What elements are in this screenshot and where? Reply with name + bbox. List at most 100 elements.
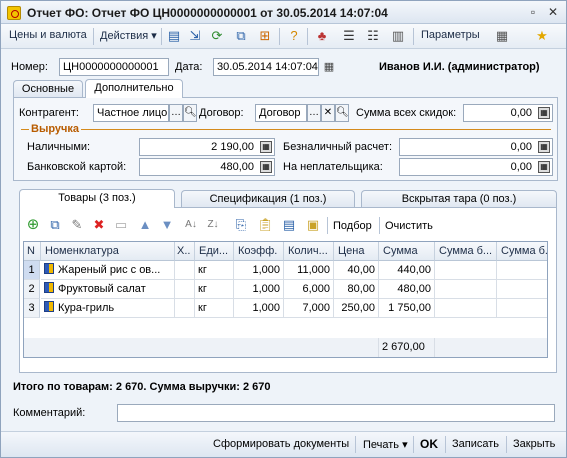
table-row-name[interactable]: Кура-гриль (41, 299, 175, 318)
prices-button[interactable]: Цены и валюта (9, 29, 87, 41)
print-menu[interactable]: Печать ▾ (363, 438, 408, 451)
table-row-coef[interactable]: 1,000 (234, 261, 284, 280)
favorites-star-icon[interactable]: ★ (534, 28, 550, 44)
col-header-unit[interactable]: Еди... (195, 242, 234, 261)
move-down-icon[interactable]: ▼ (159, 217, 175, 233)
counterparty-field[interactable]: Частное лицо (93, 104, 169, 122)
table-row-unit[interactable]: кг (195, 299, 234, 318)
delete-row-icon[interactable]: ✖ (91, 217, 107, 233)
counterparty-search-icon[interactable]: 🔍︎ (183, 104, 197, 122)
contract-search-icon[interactable]: 🔍︎ (335, 104, 349, 122)
table-row-price[interactable]: 80,00 (334, 280, 379, 299)
move-up-icon[interactable]: ▲ (137, 217, 153, 233)
noncash-field[interactable]: 0,00 ▦ (399, 138, 553, 156)
clear-button[interactable]: Очистить (385, 220, 433, 232)
barcode-icon[interactable]: ▥ (390, 28, 406, 44)
add-row-icon[interactable]: ⊕ (25, 217, 41, 233)
table-row-unit[interactable]: кг (195, 261, 234, 280)
table-row-sum-b2[interactable] (497, 280, 547, 299)
tab-main[interactable]: Основные (13, 80, 83, 98)
close-button[interactable]: Закрыть (513, 438, 555, 450)
calculator-icon[interactable]: ▦ (538, 107, 550, 119)
card-field[interactable]: 480,00 ▦ (139, 158, 275, 176)
table-row-x[interactable] (175, 261, 195, 280)
table-row-sum[interactable]: 1 750,00 (379, 299, 435, 318)
number-field[interactable]: ЦН0000000000001 (59, 58, 169, 76)
horizontal-scrollbar[interactable]: ◂ ▸ (28, 356, 545, 357)
col-header-price[interactable]: Цена (334, 242, 379, 261)
table-row-qty[interactable]: 7,000 (284, 299, 334, 318)
unpost-document-icon[interactable]: ⇲ (187, 28, 203, 44)
row-number[interactable]: 3 (24, 299, 40, 318)
col-header-sum[interactable]: Сумма (379, 242, 435, 261)
comment-field[interactable] (117, 404, 555, 422)
table-row-coef[interactable]: 1,000 (234, 299, 284, 318)
calculator-icon[interactable]: ▦ (538, 141, 550, 153)
discounts-field[interactable]: 0,00 ▦ (463, 104, 553, 122)
copy-row-icon[interactable]: ⧉ (47, 217, 63, 233)
tab-tare[interactable]: Вскрытая тара (0 поз.) (361, 190, 557, 208)
col-header-coef[interactable]: Коэфф. (234, 242, 284, 261)
contract-select-button[interactable]: … (307, 104, 321, 122)
tab-extra[interactable]: Дополнительно (85, 79, 183, 98)
sort-desc-icon[interactable]: Z↓ (205, 217, 221, 233)
close-icon[interactable]: ✕ (546, 6, 560, 20)
scroll-left-icon[interactable]: ◂ (28, 356, 33, 357)
refresh-icon[interactable]: ⟳ (209, 28, 225, 44)
calculator-icon[interactable]: ▦ (260, 161, 272, 173)
parameters-button[interactable]: Параметры (421, 29, 480, 41)
counterparty-select-button[interactable]: … (169, 104, 183, 122)
paste-rows-icon[interactable]: ▣ (305, 217, 321, 233)
date-field[interactable]: 30.05.2014 14:07:04 (213, 58, 319, 76)
hierarchy-icon[interactable]: ♣ (314, 28, 330, 44)
post-document-icon[interactable]: ▤ (166, 28, 182, 44)
ok-button[interactable]: OK (420, 437, 438, 451)
end-edit-icon[interactable]: ▭ (113, 217, 129, 233)
minimize-icon[interactable]: ▫ (526, 6, 540, 20)
sort-asc-icon[interactable]: A↓ (183, 217, 199, 233)
table-row-price[interactable]: 250,00 (334, 299, 379, 318)
checklist-icon[interactable]: ☷ (365, 28, 381, 44)
table-row-x[interactable] (175, 280, 195, 299)
contract-clear-icon[interactable]: ✕ (321, 104, 335, 122)
calculator-icon[interactable]: ▦ (260, 141, 272, 153)
save-rows-icon[interactable]: ▤ (281, 217, 297, 233)
row-number[interactable]: 1 (24, 261, 40, 280)
edit-row-icon[interactable]: ✎ (69, 217, 85, 233)
table-row-name[interactable]: Фруктовый салат (41, 280, 175, 299)
table-row-sum-b1[interactable] (435, 299, 497, 318)
cash-field[interactable]: 2 190,00 ▦ (139, 138, 275, 156)
save-button[interactable]: Записать (452, 438, 499, 450)
table-row-coef[interactable]: 1,000 (234, 280, 284, 299)
table-row-x[interactable] (175, 299, 195, 318)
col-header-sum-b2[interactable]: Сумма б... (497, 242, 547, 261)
table-row-sum-b2[interactable] (497, 299, 547, 318)
paste-icon[interactable]: 📋︎ (257, 217, 274, 233)
actions-menu[interactable]: Действия ▾ (100, 29, 157, 42)
copy-document-icon[interactable]: ⧉ (233, 28, 249, 44)
table-row-qty[interactable]: 6,000 (284, 280, 334, 299)
help-icon[interactable]: ? (286, 28, 302, 44)
table-row-sum-b1[interactable] (435, 261, 497, 280)
contract-field[interactable]: Договор (255, 104, 307, 122)
list-icon[interactable]: ☰ (341, 28, 357, 44)
table-row-sum[interactable]: 440,00 (379, 261, 435, 280)
table-row-unit[interactable]: кг (195, 280, 234, 299)
table-row-sum[interactable]: 480,00 (379, 280, 435, 299)
col-header-sum-b1[interactable]: Сумма б... (435, 242, 497, 261)
calculator-icon[interactable]: ▦ (538, 161, 550, 173)
table-row-sum-b1[interactable] (435, 280, 497, 299)
row-number[interactable]: 2 (24, 280, 40, 299)
table-row-sum-b2[interactable] (497, 261, 547, 280)
col-header-qty[interactable]: Колич... (284, 242, 334, 261)
col-header-x[interactable]: Х.. (175, 242, 195, 261)
copy-icon[interactable]: ⎘ (233, 217, 249, 233)
table-row-price[interactable]: 40,00 (334, 261, 379, 280)
select-button[interactable]: Подбор (333, 220, 372, 232)
nonpayer-field[interactable]: 0,00 ▦ (399, 158, 553, 176)
tab-specs[interactable]: Спецификация (1 поз.) (181, 190, 355, 208)
columns-icon[interactable]: ▦ (494, 28, 510, 44)
structure-icon[interactable]: ⊞ (257, 28, 273, 44)
scroll-right-icon[interactable]: ▸ (540, 356, 545, 357)
tab-goods[interactable]: Товары (3 поз.) (19, 189, 175, 208)
